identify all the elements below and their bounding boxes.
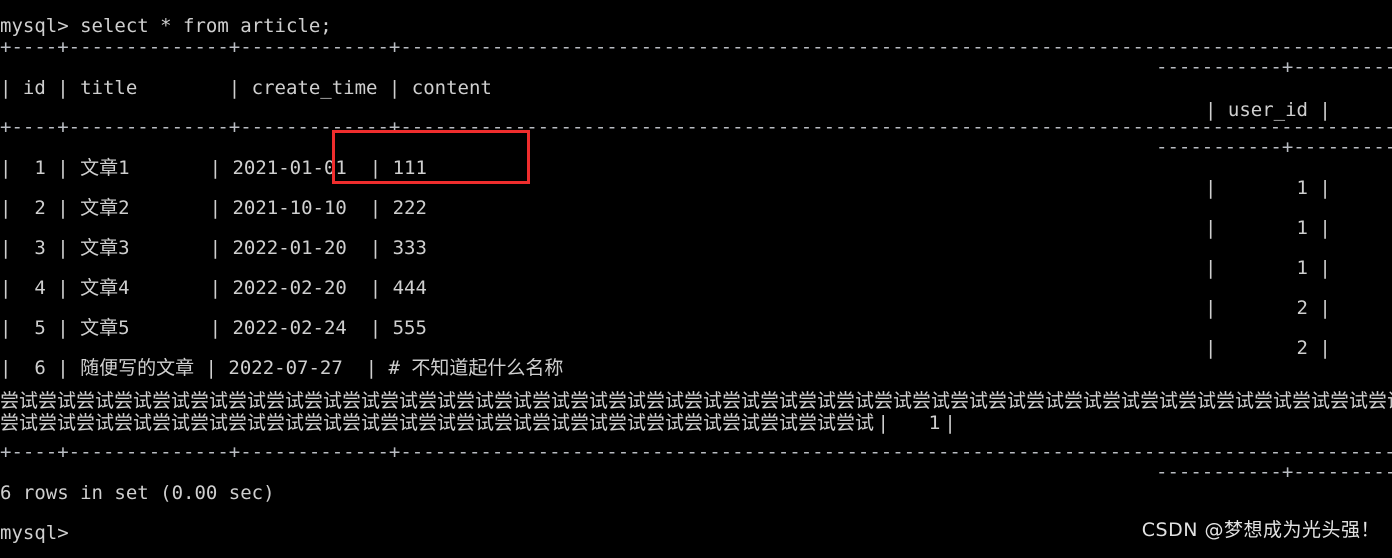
table-separator-top-right: -----------+---------+	[1156, 56, 1392, 78]
table-row: | 3 | 文章3 | 2022-01-20 | 333	[0, 237, 427, 259]
table-row: | 5 | 文章5 | 2022-02-24 | 555	[0, 317, 427, 339]
final-prompt-line: mysql>	[0, 522, 69, 544]
table-row-long-wrap-2: 尝试尝试尝试尝试尝试尝试尝试尝试尝试尝试尝试尝试尝试尝试尝试尝试尝试尝试尝试尝试…	[0, 412, 954, 434]
result-status-line: 6 rows in set (0.00 sec)	[0, 482, 275, 504]
table-separator-bottom-right: -----------+---------+	[1156, 461, 1392, 483]
csdn-watermark: CSDN @梦想成为光头强！	[1141, 519, 1380, 541]
table-row-long: | 6 | 随便写的文章 | 2022-07-27 | # 不知道起什么名称	[0, 357, 564, 379]
table-row-wrap-user-id: | 1 |	[1205, 217, 1331, 239]
table-row-long-wrap-1: 尝试尝试尝试尝试尝试尝试尝试尝试尝试尝试尝试尝试尝试尝试尝试尝试尝试尝试尝试尝试…	[0, 390, 1392, 412]
table-row: | 4 | 文章4 | 2022-02-20 | 444	[0, 277, 427, 299]
table-separator-header-right: -----------+---------+	[1156, 136, 1392, 158]
table-header-left: | id | title | create_time | content	[0, 77, 492, 99]
table-row: | 2 | 文章2 | 2021-10-10 | 222	[0, 197, 427, 219]
table-row: | 1 | 文章1 | 2021-01-01 | 111	[0, 157, 427, 179]
table-row-wrap-user-id: | 1 |	[1205, 177, 1331, 199]
terminal-window[interactable]: mysql> select * from article; +----+----…	[0, 0, 1392, 558]
table-row-wrap-user-id: | 2 |	[1205, 297, 1331, 319]
table-row-wrap-user-id: | 2 |	[1205, 337, 1331, 359]
table-row-wrap-user-id: | 1 |	[1205, 257, 1331, 279]
